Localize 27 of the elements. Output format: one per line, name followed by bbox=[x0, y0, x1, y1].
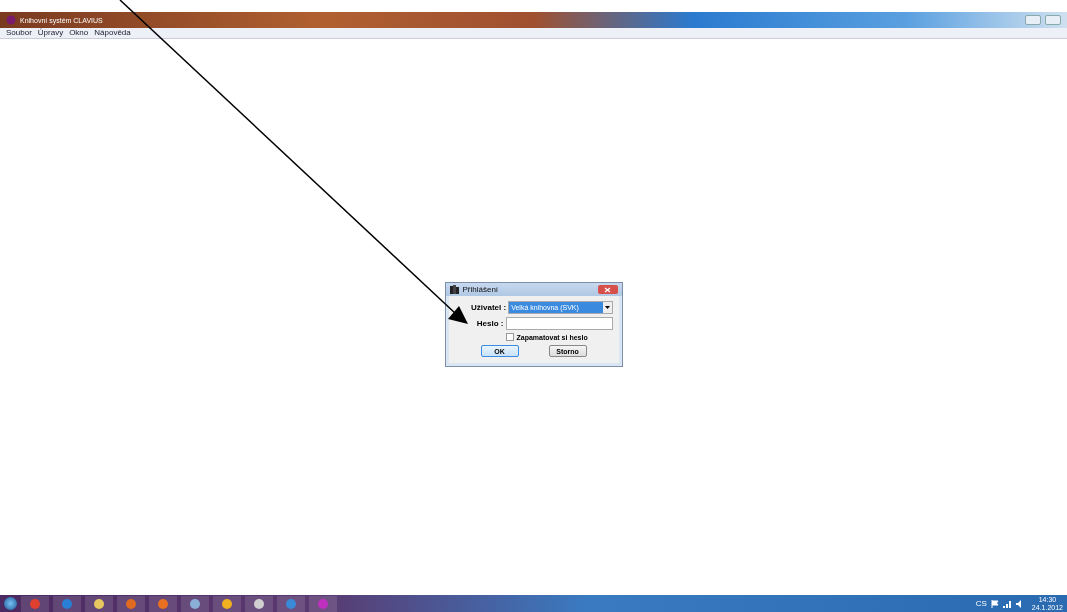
dropdown-arrow-icon bbox=[604, 306, 610, 309]
password-label: Heslo : bbox=[475, 319, 505, 328]
dialog-title: Přihlášení bbox=[462, 285, 500, 294]
close-icon bbox=[604, 286, 611, 293]
taskbar-app-icon[interactable] bbox=[53, 595, 81, 612]
menu-item[interactable]: Nápověda bbox=[94, 28, 131, 38]
menu-item[interactable]: Okno bbox=[69, 28, 89, 38]
taskbar-app-icon[interactable] bbox=[181, 595, 209, 612]
speaker-icon bbox=[1015, 599, 1024, 608]
menu-item[interactable]: Úpravy bbox=[37, 28, 64, 38]
taskbar-app-icon[interactable] bbox=[245, 595, 273, 612]
taskbar-app-icon[interactable] bbox=[149, 595, 177, 612]
flag-icon bbox=[990, 599, 999, 608]
language-indicator[interactable]: CS bbox=[975, 599, 987, 608]
checkbox[interactable] bbox=[505, 333, 514, 341]
signal-icon bbox=[1002, 599, 1012, 608]
menu-item[interactable]: Soubor bbox=[6, 28, 32, 38]
close-button[interactable] bbox=[597, 285, 618, 294]
password-field[interactable] bbox=[505, 317, 613, 330]
taskbar-app-icon[interactable] bbox=[85, 595, 113, 612]
taskbar-app-icon[interactable] bbox=[213, 595, 241, 612]
user-label: Uživatel : bbox=[470, 303, 508, 312]
books-icon bbox=[449, 285, 459, 294]
maximize-button[interactable] bbox=[1045, 15, 1061, 25]
start-button[interactable] bbox=[4, 597, 17, 610]
taskbar-app-icon[interactable] bbox=[117, 595, 145, 612]
minimize-button[interactable] bbox=[1025, 15, 1041, 25]
